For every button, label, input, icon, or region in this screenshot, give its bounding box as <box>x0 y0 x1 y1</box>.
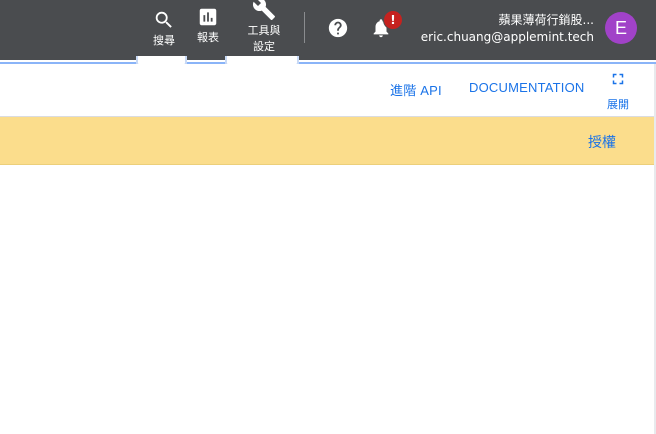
action-row: 進階 API DOCUMENTATION 展開 <box>0 64 656 117</box>
account-email: eric.chuang@applemint.tech <box>420 30 594 44</box>
tools-settings-button[interactable]: 工具與 設定 <box>242 0 286 55</box>
toolbar-divider <box>304 12 305 43</box>
search-button[interactable]: 搜尋 <box>150 9 178 49</box>
search-icon <box>153 9 175 31</box>
tools-label-line1: 工具與 <box>247 24 281 37</box>
tools-label-line2: 設定 <box>253 40 275 53</box>
avatar[interactable]: E <box>605 12 637 44</box>
wrench-icon <box>252 0 276 21</box>
help-button[interactable] <box>327 17 349 39</box>
fullscreen-icon <box>609 70 627 92</box>
advanced-api-link[interactable]: 進階 API <box>390 80 442 99</box>
account-name: 蘋果薄荷行銷股... <box>498 13 594 27</box>
expand-label: 展開 <box>607 98 629 111</box>
authorization-banner: 授權 <box>0 117 656 165</box>
top-app-bar: 搜尋 報表 工具與 設定 ! 蘋果薄荷行銷股... eric.chuang@ap… <box>0 0 656 60</box>
reports-label: 報表 <box>197 31 219 44</box>
search-label: 搜尋 <box>153 34 175 47</box>
documentation-link[interactable]: DOCUMENTATION <box>469 80 585 95</box>
reports-icon <box>197 6 219 28</box>
reports-button[interactable]: 報表 <box>193 6 223 46</box>
authorize-link[interactable]: 授權 <box>588 132 616 152</box>
notification-badge: ! <box>383 10 403 30</box>
help-icon <box>327 17 349 39</box>
expand-button[interactable]: 展開 <box>605 70 631 112</box>
account-info[interactable]: 蘋果薄荷行銷股... eric.chuang@applemint.tech <box>421 12 594 46</box>
